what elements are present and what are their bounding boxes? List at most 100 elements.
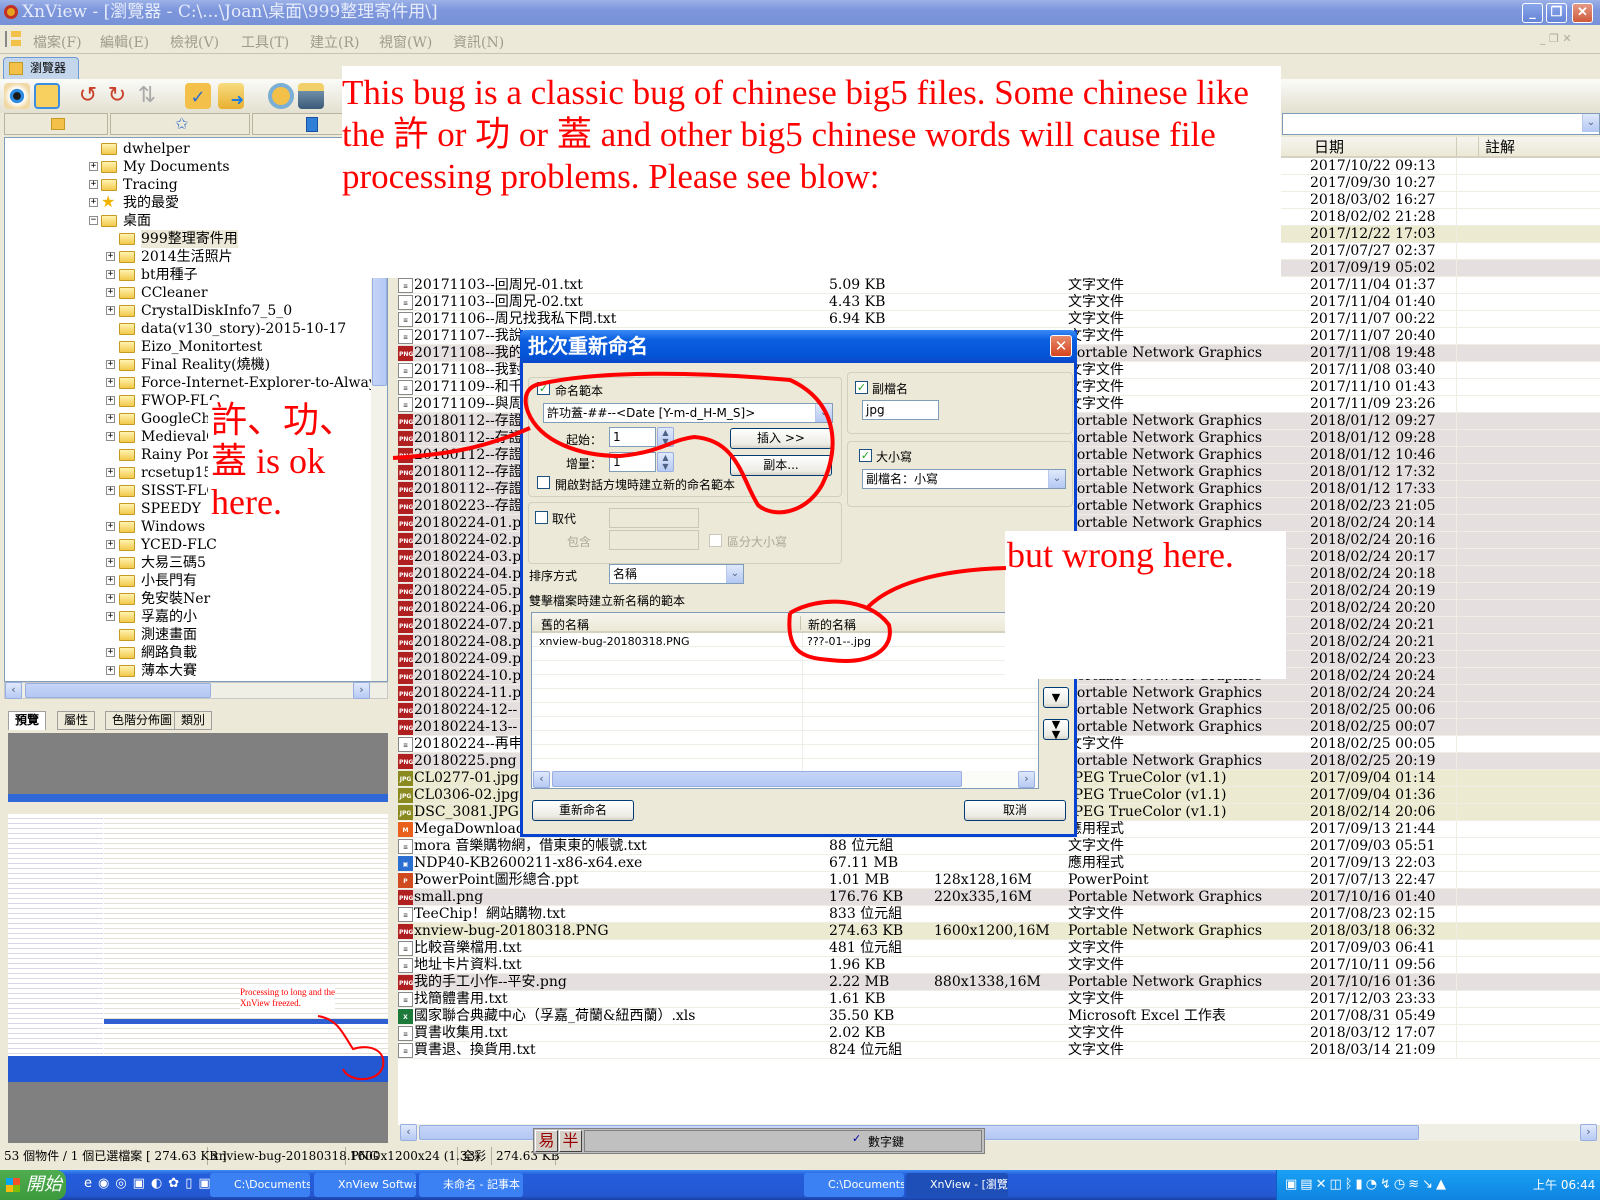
- file-row[interactable]: PNG 我的手工小作--平安.png 2.22 MB 880x1338,16M Port…: [398, 974, 1600, 991]
- folders-tab[interactable]: [4, 113, 108, 135]
- template-combobox[interactable]: 許功蓋-##--<Date [Y-m-d_H-M_S]> ⌄: [543, 403, 833, 423]
- expand-icon[interactable]: +: [106, 468, 115, 477]
- file-row[interactable]: ≡ 20171103--回周兄-01.txt 5.09 KB 文字文件 2017/11/…: [398, 277, 1600, 294]
- chevron-down-icon[interactable]: ⌄: [726, 565, 743, 583]
- tree-item[interactable]: + My Documents: [5, 158, 371, 176]
- expand-icon[interactable]: +: [106, 270, 115, 279]
- open-new-template-checkbox[interactable]: [537, 476, 550, 489]
- expand-icon[interactable]: +: [106, 594, 115, 603]
- expand-icon[interactable]: +: [106, 360, 115, 369]
- tab-browser[interactable]: 瀏覽器: [3, 57, 79, 79]
- expand-icon[interactable]: +: [106, 666, 115, 675]
- quick-launch-icons[interactable]: e◉◎▣◐✿▯▣: [84, 1176, 217, 1191]
- dialog-close-button[interactable]: ✕: [1050, 335, 1072, 357]
- expand-icon[interactable]: +: [106, 432, 115, 441]
- file-row[interactable]: ≡ mora 音樂購物網，借東東的帳號.txt 88 位元組 文字文件 2017/09/…: [398, 838, 1600, 855]
- tree-item[interactable]: 測速畫面: [5, 626, 371, 644]
- expand-icon[interactable]: +: [106, 378, 115, 387]
- tree-item[interactable]: + YCED-FLC: [5, 536, 371, 554]
- rotate-right-icon[interactable]: ↻: [104, 83, 130, 109]
- sort-combobox[interactable]: 名稱 ⌄: [609, 564, 744, 584]
- tab-categories[interactable]: 類別: [174, 711, 213, 730]
- minimize-button[interactable]: _: [1522, 3, 1543, 23]
- rename-list-scroll-thumb[interactable]: [552, 771, 962, 787]
- expand-icon[interactable]: +: [106, 306, 115, 315]
- expand-icon[interactable]: +: [106, 540, 115, 549]
- tree-item[interactable]: + bt用種子: [5, 266, 371, 284]
- tree-item[interactable]: − 桌面: [5, 212, 371, 230]
- expand-icon[interactable]: +: [106, 612, 115, 621]
- insert-button[interactable]: 插入 >>: [730, 428, 832, 449]
- tree-item[interactable]: + 小長門有: [5, 572, 371, 590]
- expand-icon[interactable]: +: [89, 198, 98, 207]
- scroll-left-button[interactable]: ‹: [5, 682, 22, 699]
- favorites-tab[interactable]: ✩: [110, 113, 250, 135]
- file-row[interactable]: ≡ 20171103--回周兄-02.txt 4.43 KB 文字文件 2017/11/…: [398, 294, 1600, 311]
- task-xnview[interactable]: XnView - [瀏覽器 - C...: [906, 1173, 1008, 1197]
- menu-file[interactable]: 檔案(F): [33, 32, 82, 52]
- select-check-icon[interactable]: ✓: [185, 83, 211, 109]
- scroll-right-button[interactable]: ›: [353, 682, 370, 699]
- file-row[interactable]: ≡ 買書退、換貨用.txt 824 位元組 文字文件 2018/03/14 21:09: [398, 1042, 1600, 1059]
- tree-item[interactable]: + Force-Internet-Explorer-to-Always-U: [5, 374, 387, 392]
- column-header-date[interactable]: 日期: [1306, 137, 1456, 158]
- rename-list-hscroll[interactable]: ‹ ›: [532, 771, 1038, 788]
- ime-numkey-label[interactable]: 數字鍵: [868, 1133, 904, 1150]
- tree-item[interactable]: 999整理寄件用: [5, 230, 371, 248]
- tree-item[interactable]: + CrystalDiskInfo7_5_0: [5, 302, 371, 320]
- file-row[interactable]: ≡ 找簡體書用.txt 1.61 KB 文字文件 2017/12/03 23:33: [398, 991, 1600, 1008]
- tree-item[interactable]: + 免安裝Ner: [5, 590, 371, 608]
- copy-button[interactable]: 副本...: [730, 455, 832, 476]
- file-row[interactable]: PNG small.png 176.76 KB 220x335,16M Portable…: [398, 889, 1600, 906]
- tree-item[interactable]: + Tracing: [5, 176, 371, 194]
- tree-horizontal-scrollbar[interactable]: ‹ ›: [4, 682, 388, 699]
- ime-halfwidth-button[interactable]: 半: [559, 1130, 582, 1152]
- maximize-button[interactable]: ❐: [1546, 3, 1567, 23]
- menu-tools[interactable]: 工具(T): [241, 32, 289, 52]
- expand-icon[interactable]: +: [106, 252, 115, 261]
- column-new-name[interactable]: 新的名稱: [808, 616, 856, 633]
- search-magnifier-icon[interactable]: [268, 83, 294, 109]
- chevron-down-icon[interactable]: ⌄: [1048, 470, 1065, 488]
- extension-checkbox[interactable]: ✓: [855, 381, 868, 394]
- expand-icon[interactable]: +: [89, 180, 98, 189]
- menu-info[interactable]: 資訊(N): [453, 32, 504, 52]
- list-scroll-right-button[interactable]: ›: [1580, 1124, 1597, 1141]
- collapse-icon[interactable]: −: [89, 216, 98, 225]
- rotate-left-icon[interactable]: ↺: [75, 83, 101, 109]
- tab-properties[interactable]: 屬性: [57, 711, 96, 730]
- file-row[interactable]: ▣ NDP40-KB2600211-x86-x64.exe 67.11 MB 應用程式…: [398, 855, 1600, 872]
- tree-item[interactable]: + 孚嘉的小: [5, 608, 371, 626]
- column-header-blank[interactable]: [1456, 137, 1478, 158]
- tree-item[interactable]: + 大易三碼5: [5, 554, 371, 572]
- contains-input[interactable]: [609, 530, 699, 550]
- tree-item[interactable]: + 網路負載: [5, 644, 371, 662]
- tree-hscroll-thumb[interactable]: [25, 683, 211, 698]
- tree-item[interactable]: +2014生活照片: [5, 248, 371, 266]
- expand-icon[interactable]: +: [106, 576, 115, 585]
- rename-preview-list[interactable]: 舊的名稱 新的名稱 xnview-bug-20180318.PNG ???-01…: [531, 612, 1039, 789]
- ime-mode-button[interactable]: 易: [535, 1130, 558, 1152]
- tray-icons[interactable]: ▣▤✕◫ᛒ▮◔↯◷≋↘▲: [1285, 1170, 1449, 1200]
- file-row[interactable]: ≡ 地址卡片資料.txt 1.96 KB 文字文件 2017/10/11 09:56: [398, 957, 1600, 974]
- cancel-button[interactable]: 取消: [964, 800, 1066, 821]
- file-row[interactable]: ≡ 比較音樂檔用.txt 481 位元組 文字文件 2017/09/03 06:41: [398, 940, 1600, 957]
- scroll-right-button[interactable]: ›: [1018, 771, 1035, 788]
- column-header-comment[interactable]: 註解: [1478, 137, 1600, 158]
- template-checkbox[interactable]: ✓: [537, 382, 550, 395]
- expand-icon[interactable]: +: [106, 648, 115, 657]
- step-input[interactable]: 1: [609, 452, 656, 472]
- menu-window[interactable]: 視窗(W): [379, 32, 432, 52]
- tree-item[interactable]: + 薄本大賽: [5, 662, 371, 680]
- tree-item[interactable]: + ★ 我的最愛: [5, 193, 371, 212]
- menu-view[interactable]: 檢視(V): [170, 32, 219, 52]
- view-eye-icon[interactable]: [4, 83, 30, 109]
- task-notepad[interactable]: 未命名 - 記事本: [419, 1173, 523, 1197]
- rename-button[interactable]: 重新命名: [532, 800, 634, 821]
- move-bottom-button[interactable]: ▼ ▼: [1043, 719, 1069, 740]
- tree-item[interactable]: dwhelper: [5, 140, 371, 158]
- expand-icon[interactable]: +: [106, 414, 115, 423]
- extension-input[interactable]: jpg: [862, 400, 939, 420]
- replace-input[interactable]: [609, 508, 699, 528]
- column-old-name[interactable]: 舊的名稱: [541, 616, 589, 633]
